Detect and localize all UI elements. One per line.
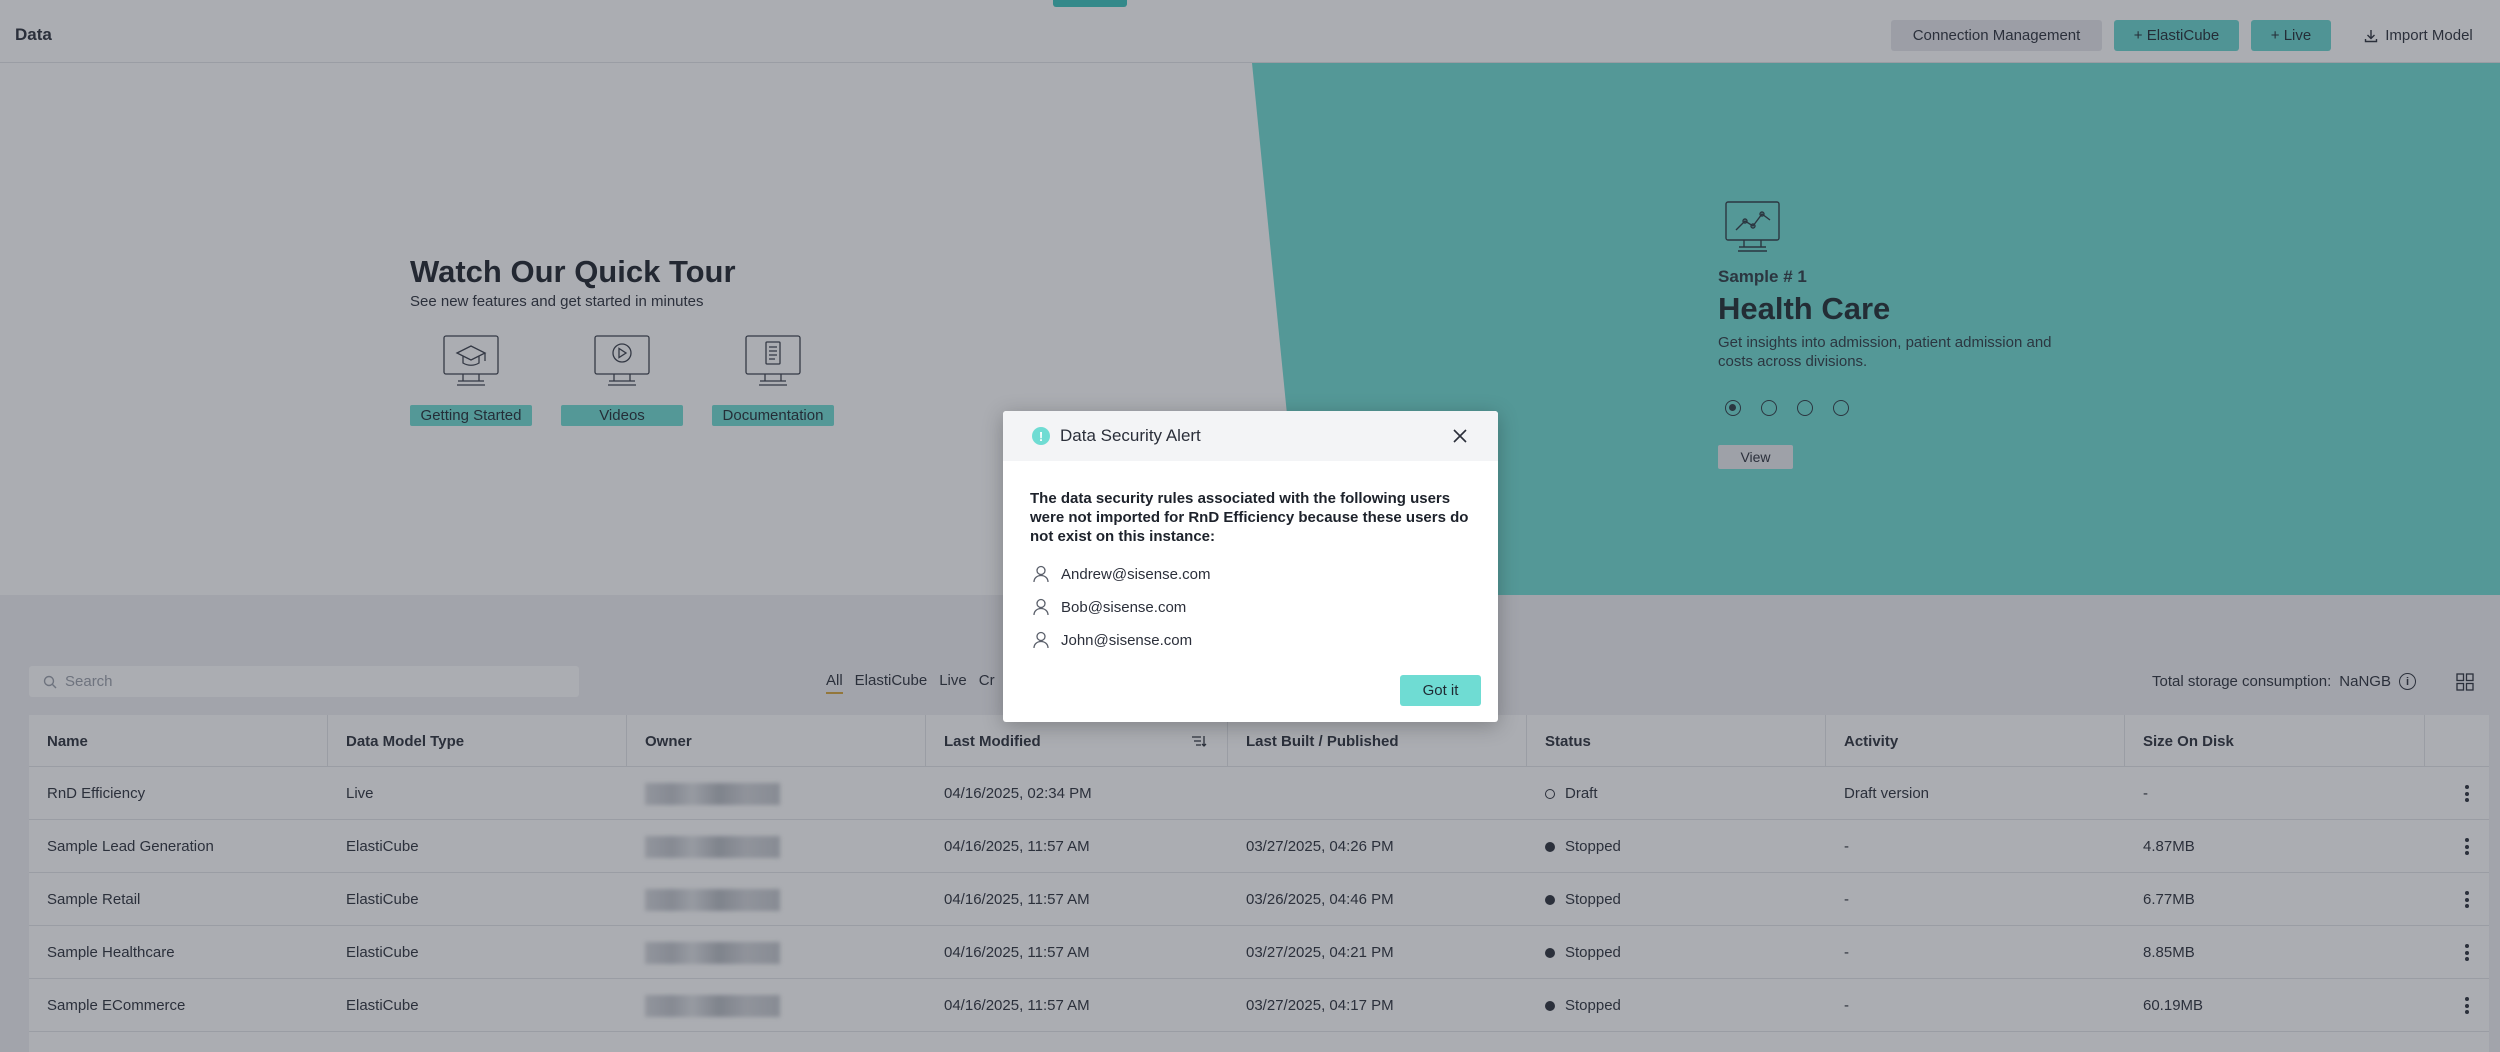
- user-icon: [1033, 598, 1049, 616]
- user-list-item: Bob@sisense.com: [1033, 598, 1186, 616]
- data-security-alert-dialog: ! Data Security Alert The data security …: [1003, 411, 1498, 722]
- user-list-item: John@sisense.com: [1033, 631, 1192, 649]
- close-icon[interactable]: [1452, 428, 1468, 444]
- dialog-header: ! Data Security Alert: [1003, 411, 1498, 461]
- user-icon: [1033, 631, 1049, 649]
- dialog-title: Data Security Alert: [1060, 426, 1201, 445]
- user-email: Andrew@sisense.com: [1061, 565, 1211, 583]
- user-icon: [1033, 565, 1049, 583]
- dialog-message: The data security rules associated with …: [1030, 490, 1469, 545]
- user-email: Bob@sisense.com: [1061, 598, 1187, 616]
- user-email: John@sisense.com: [1061, 631, 1193, 649]
- got-it-button[interactable]: Got it: [1400, 675, 1481, 706]
- alert-icon: !: [1032, 427, 1050, 445]
- user-list-item: Andrew@sisense.com: [1033, 565, 1210, 583]
